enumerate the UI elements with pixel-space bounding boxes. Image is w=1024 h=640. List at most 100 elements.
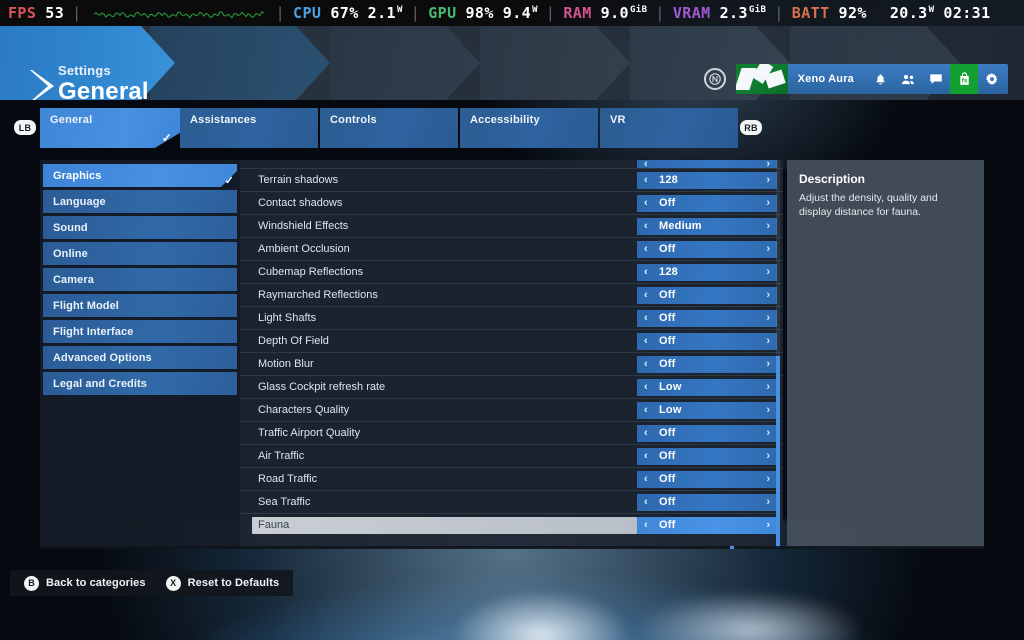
action-label: Back to categories <box>46 577 146 589</box>
setting-row-terrain-shadows[interactable]: Terrain shadows ‹ 128 › <box>240 168 783 191</box>
chevron-right-icon[interactable]: › <box>766 174 770 186</box>
notifications-icon[interactable] <box>866 64 894 94</box>
setting-row-fauna[interactable]: Fauna ‹ Off › <box>240 513 783 536</box>
settings-scrollbar-thumb[interactable] <box>776 356 780 548</box>
chevron-right-icon[interactable]: › <box>766 289 770 301</box>
chevron-left-icon[interactable]: ‹ <box>644 243 648 255</box>
setting-stepper[interactable]: ‹ Medium › <box>637 217 777 235</box>
action-reset-to-defaults[interactable]: X Reset to Defaults <box>165 575 280 591</box>
chevron-right-icon[interactable]: › <box>766 243 770 255</box>
category-item-language[interactable]: Language <box>43 190 237 213</box>
chevron-right-icon[interactable]: › <box>766 266 770 278</box>
tab-assistances[interactable]: Assistances <box>180 108 318 148</box>
setting-row-light-shafts[interactable]: Light Shafts ‹ Off › <box>240 306 783 329</box>
chevron-right-icon[interactable]: › <box>766 381 770 393</box>
setting-stepper[interactable]: ‹ Off › <box>637 516 777 534</box>
chevron-left-icon[interactable]: ‹ <box>644 266 648 278</box>
chevron-left-icon[interactable]: ‹ <box>644 358 648 370</box>
setting-row-contact-shadows[interactable]: Contact shadows ‹ Off › <box>240 191 783 214</box>
chevron-left-icon[interactable]: ‹ <box>644 496 648 508</box>
chevron-left-icon[interactable]: ‹ <box>644 381 648 393</box>
chevron-left-icon[interactable]: ‹ <box>644 289 648 301</box>
setting-stepper[interactable]: ‹ Off › <box>637 447 777 465</box>
setting-row-traffic-airport-quality[interactable]: Traffic Airport Quality ‹ Off › <box>240 421 783 444</box>
setting-row-road-traffic[interactable]: Road Traffic ‹ Off › <box>240 467 783 490</box>
tab-accessibility[interactable]: Accessibility <box>460 108 598 148</box>
account-strip[interactable]: Xeno Aura fs <box>703 64 1008 94</box>
chevron-left-icon[interactable]: ‹ <box>644 312 648 324</box>
setting-row-glass-cockpit-refresh-rate[interactable]: Glass Cockpit refresh rate ‹ Low › <box>240 375 783 398</box>
setting-row-ambient-occlusion[interactable]: Ambient Occlusion ‹ Off › <box>240 237 783 260</box>
gear-icon[interactable] <box>978 64 1006 94</box>
perf-unit: GiB <box>748 5 767 15</box>
category-item-graphics[interactable]: Graphics ✓ <box>43 164 237 187</box>
chevron-left-icon[interactable]: ‹ <box>644 427 648 439</box>
setting-row-sea-traffic[interactable]: Sea Traffic ‹ Off › <box>240 490 783 513</box>
chevron-left-icon[interactable]: ‹ <box>644 450 648 462</box>
category-item-flight-model[interactable]: Flight Model <box>43 294 237 317</box>
category-item-camera[interactable]: Camera <box>43 268 237 291</box>
setting-row-characters-quality[interactable]: Characters Quality ‹ Low › <box>240 398 783 421</box>
chevron-left-icon[interactable]: ‹ <box>644 174 648 186</box>
chevron-right-icon[interactable]: › <box>766 160 770 168</box>
tab-vr[interactable]: VR <box>600 108 738 148</box>
setting-stepper[interactable]: ‹ Off › <box>637 470 777 488</box>
chevron-left-icon[interactable]: ‹ <box>644 473 648 485</box>
setting-stepper[interactable]: ‹ Off › <box>637 240 777 258</box>
setting-stepper[interactable]: ‹ › <box>637 160 777 168</box>
chevron-right-icon[interactable]: › <box>766 404 770 416</box>
category-item-flight-interface[interactable]: Flight Interface <box>43 320 237 343</box>
tab-general[interactable]: General ✓ <box>40 108 180 148</box>
setting-row-clipped[interactable]: ‹ › <box>240 160 783 168</box>
action-back-to-categories[interactable]: B Back to categories <box>24 575 146 591</box>
chevron-right-icon[interactable]: › <box>766 473 770 485</box>
chevron-right-icon[interactable]: › <box>766 335 770 347</box>
chevron-right-icon[interactable]: › <box>766 312 770 324</box>
setting-stepper[interactable]: ‹ 128 › <box>637 263 777 281</box>
setting-stepper[interactable]: ‹ Off › <box>637 194 777 212</box>
store-icon[interactable]: fs <box>950 64 978 94</box>
tab-controls[interactable]: Controls <box>320 108 458 148</box>
perf-unit: W <box>928 5 935 15</box>
setting-stepper[interactable]: ‹ 128 › <box>637 171 777 189</box>
setting-row-air-traffic[interactable]: Air Traffic ‹ Off › <box>240 444 783 467</box>
setting-stepper[interactable]: ‹ Off › <box>637 424 777 442</box>
chevron-left-icon[interactable]: ‹ <box>644 335 648 347</box>
breadcrumb: Settings <box>58 63 111 78</box>
chevron-left-icon[interactable]: ‹ <box>644 404 648 416</box>
category-item-sound[interactable]: Sound <box>43 216 237 239</box>
messages-icon[interactable] <box>922 64 950 94</box>
chevron-right-icon[interactable]: › <box>766 358 770 370</box>
setting-row-cubemap-reflections[interactable]: Cubemap Reflections ‹ 128 › <box>240 260 783 283</box>
friends-icon[interactable] <box>894 64 922 94</box>
setting-row-windshield-effects[interactable]: Windshield Effects ‹ Medium › <box>240 214 783 237</box>
chevron-right-icon[interactable]: › <box>766 519 770 531</box>
avatar[interactable] <box>735 64 788 94</box>
setting-stepper[interactable]: ‹ Off › <box>637 355 777 373</box>
settings-scrollbar-track[interactable] <box>776 160 780 548</box>
chevron-right-icon[interactable]: › <box>766 427 770 439</box>
perf-value: 92% <box>838 4 867 22</box>
setting-row-raymarched-reflections[interactable]: Raymarched Reflections ‹ Off › <box>240 283 783 306</box>
chevron-left-icon[interactable]: ‹ <box>644 160 648 168</box>
chevron-left-icon[interactable]: ‹ <box>644 197 648 209</box>
perf-label-batt: BATT <box>791 4 830 22</box>
gamepad-button-x-icon: X <box>165 575 181 591</box>
setting-stepper[interactable]: ‹ Off › <box>637 332 777 350</box>
setting-stepper[interactable]: ‹ Off › <box>637 286 777 304</box>
chevron-left-icon[interactable]: ‹ <box>644 220 648 232</box>
chevron-left-icon[interactable]: ‹ <box>644 519 648 531</box>
category-item-advanced-options[interactable]: Advanced Options <box>43 346 237 369</box>
chevron-right-icon[interactable]: › <box>766 197 770 209</box>
chevron-right-icon[interactable]: › <box>766 496 770 508</box>
category-item-legal-and-credits[interactable]: Legal and Credits <box>43 372 237 395</box>
setting-stepper[interactable]: ‹ Off › <box>637 493 777 511</box>
setting-row-motion-blur[interactable]: Motion Blur ‹ Off › <box>240 352 783 375</box>
setting-stepper[interactable]: ‹ Off › <box>637 309 777 327</box>
setting-stepper[interactable]: ‹ Low › <box>637 401 777 419</box>
chevron-right-icon[interactable]: › <box>766 450 770 462</box>
setting-stepper[interactable]: ‹ Low › <box>637 378 777 396</box>
category-item-online[interactable]: Online <box>43 242 237 265</box>
setting-row-depth-of-field[interactable]: Depth Of Field ‹ Off › <box>240 329 783 352</box>
chevron-right-icon[interactable]: › <box>766 220 770 232</box>
